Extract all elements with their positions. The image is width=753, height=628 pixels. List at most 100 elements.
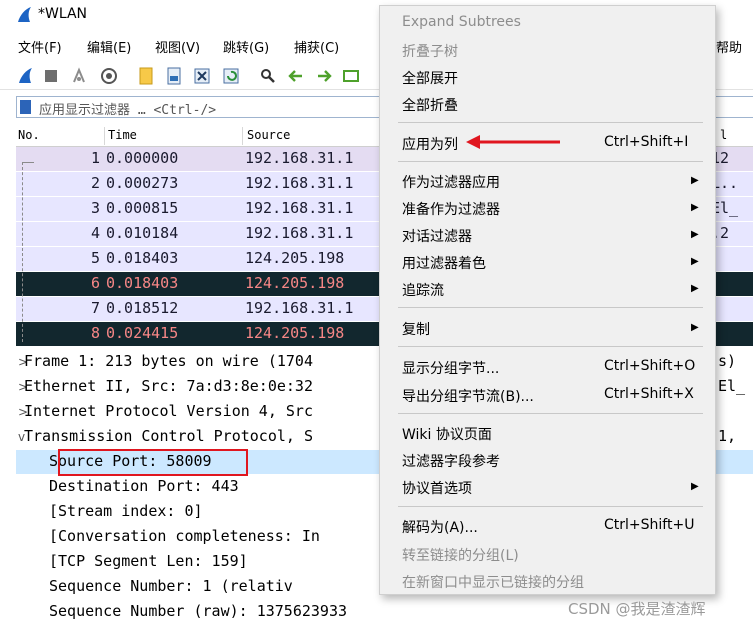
packet-number: 7 bbox=[90, 299, 100, 317]
menu-separator bbox=[398, 346, 703, 347]
packet-source: 124.205.198 bbox=[245, 324, 345, 342]
context-menu-item[interactable]: Wiki 协议页面 bbox=[402, 424, 492, 444]
detail-field-partial: s) bbox=[718, 352, 737, 370]
menu-shortcut: Ctrl+Shift+I bbox=[604, 134, 689, 150]
detail-field[interactable]: Transmission Control Protocol, S bbox=[24, 427, 313, 445]
annotation-arrow-icon bbox=[466, 135, 560, 149]
watermark: CSDN @我是渣渣辉 bbox=[568, 600, 706, 618]
reload-file-icon[interactable] bbox=[222, 67, 240, 85]
packet-time: 0.000000 bbox=[106, 149, 179, 167]
context-menu-item[interactable]: 应用为列 bbox=[402, 134, 458, 154]
packet-time: 0.000815 bbox=[106, 199, 179, 217]
restart-capture-icon[interactable] bbox=[70, 67, 88, 85]
context-menu: Expand Subtrees 折叠子树 全部展开 全部折叠 应用为列 Ctrl+Shif… bbox=[379, 5, 716, 595]
packet-number: 5 bbox=[90, 249, 100, 267]
detail-field[interactable]: Internet Protocol Version 4, Src bbox=[24, 402, 313, 420]
go-forward-icon[interactable] bbox=[315, 67, 333, 85]
packet-number: 1 bbox=[90, 149, 100, 167]
column-partial[interactable]: l bbox=[720, 128, 727, 142]
context-menu-item[interactable]: 用过滤器着色 bbox=[402, 253, 486, 273]
detail-field[interactable]: Ethernet II, Src: 7a:d3:8e:0e:32 bbox=[24, 377, 313, 395]
detail-field[interactable]: Frame 1: 213 bytes on wire (1704 bbox=[24, 352, 313, 370]
context-menu-item[interactable]: 解码为(A)... bbox=[402, 517, 478, 537]
bookmark-icon[interactable] bbox=[20, 100, 31, 114]
detail-field[interactable]: [Conversation completeness: In bbox=[49, 527, 320, 545]
submenu-arrow-icon: ▶ bbox=[691, 202, 699, 213]
menu-go[interactable]: 跳转(G) bbox=[223, 37, 269, 56]
detail-field[interactable]: [Stream index: 0] bbox=[49, 502, 203, 520]
detail-field[interactable]: [TCP Segment Len: 159] bbox=[49, 552, 248, 570]
menu-capture[interactable]: 捕获(C) bbox=[294, 37, 339, 56]
menu-separator bbox=[398, 413, 703, 414]
detail-field[interactable]: Sequence Number (raw): 1375623933 bbox=[49, 602, 347, 620]
submenu-arrow-icon: ▶ bbox=[691, 283, 699, 294]
submenu-arrow-icon: ▶ bbox=[691, 175, 699, 186]
menu-file[interactable]: 文件(F) bbox=[18, 37, 62, 56]
context-menu-item[interactable]: 作为过滤器应用 bbox=[402, 172, 500, 192]
context-menu-item: 转至链接的分组(L) bbox=[402, 548, 519, 564]
submenu-arrow-icon: ▶ bbox=[691, 256, 699, 267]
packet-number: 6 bbox=[90, 274, 100, 292]
go-to-packet-icon[interactable] bbox=[342, 67, 360, 85]
menu-edit[interactable]: 编辑(E) bbox=[87, 37, 131, 56]
window-title: *WLAN bbox=[38, 6, 88, 22]
detail-field-partial: 1, bbox=[718, 427, 737, 445]
context-menu-item[interactable]: 对话过滤器 bbox=[402, 226, 472, 246]
tree-guide-line bbox=[22, 162, 23, 342]
submenu-arrow-icon: ▶ bbox=[691, 229, 699, 240]
filter-placeholder: 应用显示过滤器 … <Ctrl-/> bbox=[39, 103, 217, 118]
context-menu-item[interactable]: 显示分组字节... bbox=[402, 358, 499, 378]
capture-options-icon[interactable] bbox=[100, 67, 118, 85]
column-time[interactable]: Time bbox=[108, 128, 137, 142]
open-file-icon[interactable] bbox=[137, 67, 155, 85]
close-file-icon[interactable] bbox=[193, 67, 211, 85]
wireshark-fin-icon bbox=[18, 7, 31, 22]
detail-field[interactable]: Destination Port: 443 bbox=[49, 477, 239, 495]
packet-source: 192.168.31.1 bbox=[245, 199, 354, 217]
menu-separator bbox=[398, 161, 703, 162]
context-menu-item: 在新窗口中显示已链接的分组 bbox=[402, 575, 584, 591]
context-menu-item[interactable]: 准备作为过滤器 bbox=[402, 199, 500, 219]
save-file-icon[interactable] bbox=[165, 67, 183, 85]
packet-time: 0.018403 bbox=[106, 249, 179, 267]
packet-source: 192.168.31.1 bbox=[245, 224, 354, 242]
menu-shortcut: Ctrl+Shift+U bbox=[604, 517, 695, 533]
go-back-icon[interactable] bbox=[287, 67, 305, 85]
packet-source: 124.205.198 bbox=[245, 249, 345, 267]
packet-source: 192.168.31.1 bbox=[245, 149, 354, 167]
stop-capture-icon[interactable] bbox=[42, 67, 60, 85]
submenu-arrow-icon: ▶ bbox=[691, 481, 699, 492]
packet-number: 2 bbox=[90, 174, 100, 192]
packet-time: 0.018512 bbox=[106, 299, 179, 317]
context-menu-item: 折叠子树 bbox=[402, 44, 458, 60]
context-menu-item[interactable]: 追踪流 bbox=[402, 280, 444, 300]
packet-source: 192.168.31.1 bbox=[245, 299, 354, 317]
column-divider[interactable] bbox=[242, 127, 243, 145]
packet-number: 8 bbox=[90, 324, 100, 342]
column-source[interactable]: Source bbox=[247, 128, 290, 142]
context-menu-item[interactable]: 过滤器字段参考 bbox=[402, 451, 500, 471]
menu-view[interactable]: 视图(V) bbox=[155, 37, 200, 56]
detail-field[interactable]: Sequence Number: 1 (relativ bbox=[49, 577, 293, 595]
find-packet-icon[interactable] bbox=[259, 67, 277, 85]
menu-shortcut: Ctrl+Shift+X bbox=[604, 386, 694, 402]
context-menu-item[interactable]: 协议首选项 bbox=[402, 478, 472, 498]
column-no[interactable]: No. bbox=[18, 128, 40, 142]
context-menu-item[interactable]: 全部展开 bbox=[402, 68, 458, 88]
menu-separator bbox=[398, 307, 703, 308]
packet-source: 192.168.31.1 bbox=[245, 174, 354, 192]
column-divider[interactable] bbox=[104, 127, 105, 145]
context-menu-item[interactable]: 导出分组字节流(B)... bbox=[402, 386, 534, 406]
menu-help[interactable]: 帮助 bbox=[716, 37, 742, 56]
packet-time: 0.000273 bbox=[106, 174, 179, 192]
annotation-highlight-box bbox=[58, 449, 248, 476]
packet-number: 3 bbox=[90, 199, 100, 217]
start-capture-icon[interactable] bbox=[17, 67, 35, 85]
packet-time: 0.010184 bbox=[106, 224, 179, 242]
menu-shortcut: Ctrl+Shift+O bbox=[604, 358, 696, 374]
packet-time: 0.018403 bbox=[106, 274, 179, 292]
context-menu-item[interactable]: 复制 bbox=[402, 319, 430, 339]
detail-field-partial: El_ bbox=[718, 377, 746, 395]
packet-number: 4 bbox=[90, 224, 100, 242]
context-menu-item[interactable]: 全部折叠 bbox=[402, 95, 458, 115]
